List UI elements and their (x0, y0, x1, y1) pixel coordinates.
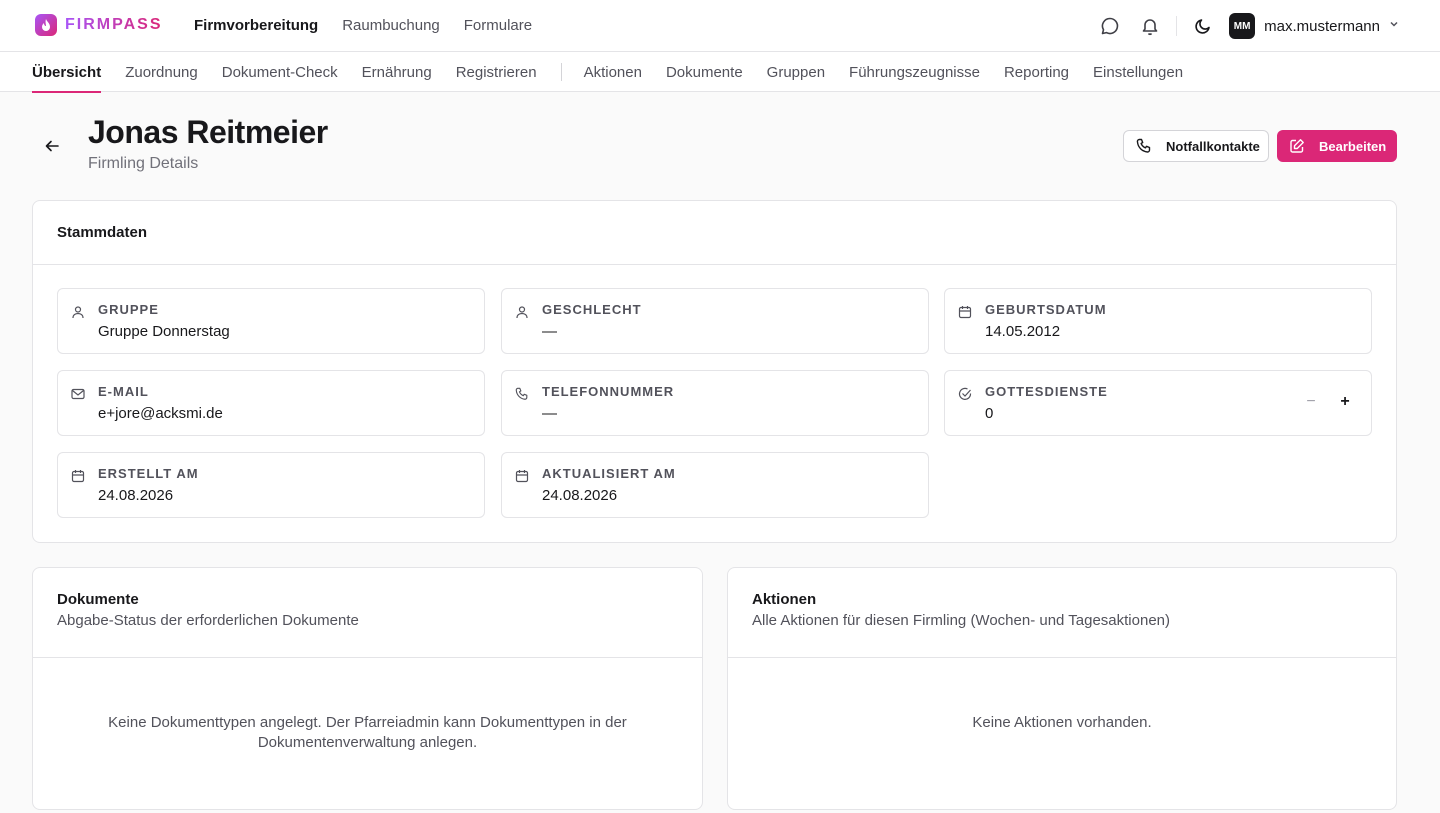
decrement-button[interactable]: − (1305, 393, 1317, 411)
tab-ernaehrung[interactable]: Ernährung (362, 52, 432, 92)
logo[interactable]: FIRMPASS (35, 14, 162, 36)
tab-dokument-check[interactable]: Dokument-Check (222, 52, 338, 92)
edit-label: Bearbeiten (1319, 138, 1387, 154)
calendar-icon (515, 469, 529, 483)
field-geburtsdatum: GEBURTSDATUM 14.05.2012 (944, 288, 1372, 354)
tab-aktionen[interactable]: Aktionen (584, 52, 642, 92)
emergency-contacts-label: Notfallkontakte (1166, 138, 1260, 154)
emergency-contacts-button[interactable]: Notfallkontakte (1123, 130, 1269, 162)
chevron-down-icon[interactable] (1388, 17, 1400, 35)
user-icon (515, 305, 529, 319)
edit-icon (1289, 138, 1305, 154)
actions-description: Alle Aktionen für diesen Firmling (Woche… (752, 612, 1171, 629)
tab-uebersicht[interactable]: Übersicht (32, 52, 102, 93)
documents-empty-state: Keine Dokumenttypen angelegt. Der Pfarre… (33, 713, 702, 753)
username[interactable]: max.mustermann (1264, 18, 1380, 35)
field-label: TELEFONNUMMER (542, 384, 675, 399)
calendar-icon (958, 305, 972, 319)
field-label: GOTTESDIENSTE (985, 384, 1108, 399)
field-value: 24.08.2026 (98, 487, 174, 504)
check-circle-icon (958, 387, 972, 401)
tab-zuordnung[interactable]: Zuordnung (125, 52, 198, 92)
field-email: E-MAIL e+jore@acksmi.de (57, 370, 485, 436)
gottesdienste-count: 0 (985, 405, 994, 422)
stammdaten-card: Stammdaten GRUPPE Gruppe Donnerstag GESC… (32, 200, 1397, 543)
actions-card: Aktionen Alle Aktionen für diesen Firmli… (727, 567, 1397, 810)
main-nav-firmvorbereitung[interactable]: Firmvorbereitung (194, 17, 318, 34)
divider (1176, 16, 1178, 36)
field-value: e+jore@acksmi.de (98, 405, 223, 422)
edit-button[interactable]: Bearbeiten (1277, 130, 1397, 162)
actions-empty-state: Keine Aktionen vorhanden. (972, 714, 1152, 731)
increment-button[interactable]: + (1339, 393, 1351, 411)
tab-dokumente[interactable]: Dokumente (666, 52, 743, 92)
empty-line: Dokumentenverwaltung anlegen. (257, 734, 478, 751)
field-value: 14.05.2012 (985, 323, 1061, 340)
field-gruppe: GRUPPE Gruppe Donnerstag (57, 288, 485, 354)
empty-line: Keine Dokumenttypen angelegt. Der Pfarre… (108, 714, 627, 731)
field-value: — (542, 323, 557, 340)
field-value: 24.08.2026 (542, 487, 618, 504)
field-label: E-MAIL (98, 384, 149, 399)
tab-einstellungen[interactable]: Einstellungen (1093, 52, 1183, 92)
page-title: Jonas Reitmeier (88, 114, 328, 150)
field-telefonnummer: TELEFONNUMMER — (501, 370, 929, 436)
phone-icon (1136, 138, 1152, 154)
field-label: GEBURTSDATUM (985, 302, 1107, 317)
field-label: AKTUALISIERT AM (542, 466, 676, 481)
main-nav-raumbuchung[interactable]: Raumbuchung (342, 17, 440, 34)
back-arrow-icon[interactable] (40, 136, 64, 156)
mail-icon (71, 387, 85, 401)
calendar-icon (71, 469, 85, 483)
bell-icon[interactable] (1136, 12, 1164, 40)
field-label: GESCHLECHT (542, 302, 642, 317)
tab-reporting[interactable]: Reporting (1004, 52, 1069, 92)
gottesdienste-stepper: − + (1305, 393, 1351, 411)
flame-icon (35, 14, 57, 36)
field-label: GRUPPE (98, 302, 159, 317)
sub-nav: Übersicht Zuordnung Dokument-Check Ernäh… (0, 52, 1440, 93)
field-geschlecht: GESCHLECHT — (501, 288, 929, 354)
field-erstellt-am: ERSTELLT AM 24.08.2026 (57, 452, 485, 518)
top-bar: FIRMPASS Firmvorbereitung Raumbuchung Fo… (0, 0, 1440, 52)
field-gottesdienste: GOTTESDIENSTE 0 − + (944, 370, 1372, 436)
user-icon (71, 305, 85, 319)
main-nav: Firmvorbereitung Raumbuchung Formulare (194, 17, 532, 34)
chat-icon[interactable] (1096, 12, 1124, 40)
field-aktualisiert-am: AKTUALISIERT AM 24.08.2026 (501, 452, 929, 518)
main-nav-formulare[interactable]: Formulare (464, 17, 532, 34)
phone-icon (515, 387, 529, 401)
stammdaten-title: Stammdaten (57, 224, 148, 241)
brand-name: FIRMPASS (65, 16, 163, 33)
field-label: ERSTELLT AM (98, 466, 199, 481)
avatar[interactable]: MM (1229, 13, 1256, 39)
field-value: Gruppe Donnerstag (98, 323, 230, 340)
top-right-controls: MM max.mustermann (1096, 12, 1400, 40)
documents-card: Dokumente Abgabe-Status der erforderlich… (32, 567, 703, 810)
moon-icon[interactable] (1189, 12, 1217, 40)
tab-registrieren[interactable]: Registrieren (456, 52, 537, 92)
documents-title: Dokumente (57, 591, 139, 608)
tab-fuehrungszeugnisse[interactable]: Führungszeugnisse (849, 52, 980, 92)
actions-title: Aktionen (752, 591, 817, 608)
field-value: — (542, 405, 557, 422)
tab-gruppen[interactable]: Gruppen (767, 52, 825, 92)
divider (560, 63, 562, 81)
page-subtitle: Firmling Details (88, 155, 199, 172)
documents-description: Abgabe-Status der erforderlichen Dokumen… (57, 612, 359, 629)
